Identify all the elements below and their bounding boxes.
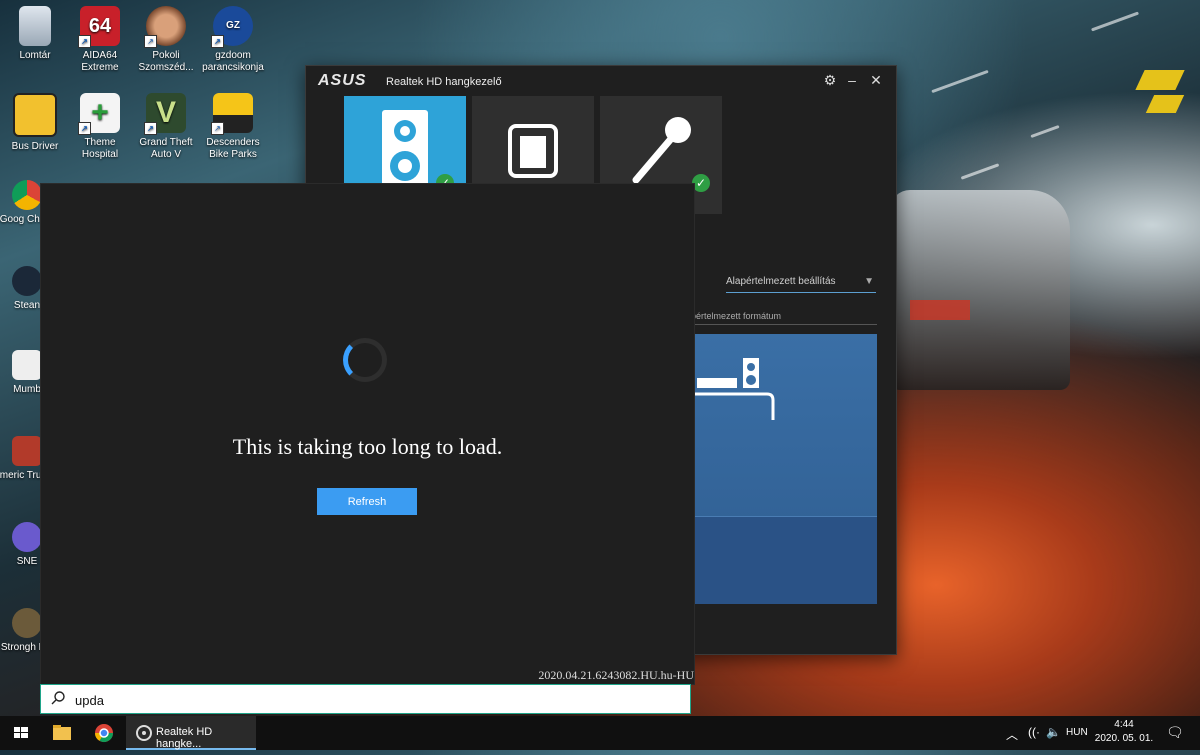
search-flyout: This is taking too long to load. Refresh… [40, 183, 695, 685]
theme-hospital-icon: + ↗ [78, 93, 120, 135]
recycle-bin-icon [19, 6, 51, 46]
american-truck-icon [12, 436, 42, 466]
pokoli-szomszed-icon: ↗ [144, 6, 186, 48]
desktop-icon-gta-v[interactable]: V ↗ Grand Theft Auto V [131, 93, 201, 161]
taskbar-realtek-app[interactable]: Realtek HD hangke... [126, 716, 256, 750]
desktop-icon-label: Descenders Bike Parks [206, 137, 260, 160]
taskbar-app-label: Realtek HD hangke... [156, 726, 213, 750]
stronghold-icon [12, 608, 42, 638]
desktop-icon-label: AIDA64 Extreme [81, 50, 119, 73]
start-button[interactable] [0, 716, 42, 750]
desktop-icon-label: Grand Theft Auto V [139, 137, 193, 160]
notification-icon[interactable]: 🗨 [1166, 724, 1184, 741]
speaker-config-icon [691, 358, 775, 420]
desktop-icon-descenders[interactable]: ↗ Descenders Bike Parks [198, 93, 268, 161]
default-format-label: pértelmezett formátum [691, 311, 877, 325]
aida64-icon: 64 ↗ [78, 6, 120, 48]
loading-message: This is taking too long to load. [232, 434, 503, 459]
default-setting-dropdown[interactable]: Alapértelmezett beállítás ▼ [726, 276, 876, 293]
search-input[interactable]: upda [75, 693, 104, 708]
desktop-icon-pokoli[interactable]: ↗ Pokoli Szomszéd... [131, 6, 201, 74]
desktop-icon-gzdoom[interactable]: GZ ↗ gzdoom parancsikonja [198, 6, 268, 74]
search-icon [51, 691, 65, 705]
loading-spinner [343, 338, 387, 382]
chevron-up-icon[interactable]: ︿ [1006, 726, 1018, 743]
desktop-icon-recycle-bin[interactable]: Lomtár [0, 6, 70, 62]
realtek-titlebar[interactable]: ASUS Realtek HD hangkezelő ⚙ – ✕ [306, 66, 896, 96]
desktop-icon-label: Pokoli Szomszéd... [138, 50, 194, 73]
desktop-icon-label: Mumb [13, 384, 41, 395]
clock-date: 2020. 05. 01. [1094, 733, 1154, 744]
realtek-title: Realtek HD hangkezelő [386, 76, 502, 88]
dropdown-value: Alapértelmezett beállítás [726, 276, 836, 287]
asus-logo: ASUS [318, 72, 367, 89]
taskbar-file-explorer[interactable] [42, 716, 82, 750]
version-text: 2020.04.21.6243082.HU.hu-HU [538, 668, 694, 682]
taskbar: Realtek HD hangke... ︿ ((· 🔈 HUN 4:44 20… [0, 716, 1200, 750]
refresh-button[interactable]: Refresh [317, 488, 417, 515]
desktop-icon-label: Theme Hospital [81, 137, 119, 160]
desktop-icon-bus-driver[interactable]: Bus Driver [0, 93, 70, 153]
realtek-speaker-icon [136, 725, 152, 741]
speaker-config-panel [691, 334, 877, 604]
bus-driver-icon [13, 93, 57, 137]
clock[interactable]: 4:44 2020. 05. 01. [1094, 719, 1154, 744]
descenders-icon: ↗ [211, 93, 253, 135]
chevron-down-icon: ▼ [864, 276, 874, 287]
clock-time: 4:44 [1114, 719, 1134, 730]
desktop-icon-aida64[interactable]: 64 ↗ AIDA64 Extreme [65, 6, 135, 74]
folder-icon [53, 725, 71, 740]
search-box[interactable]: upda [40, 684, 691, 714]
chrome-icon [12, 180, 42, 210]
steam-icon [12, 266, 42, 296]
desktop-icon-label: Lomtár [19, 50, 51, 61]
mumble-icon [12, 350, 42, 380]
desktop-icon-label: Bus Driver [11, 141, 59, 152]
language-indicator[interactable]: HUN [1066, 727, 1088, 738]
gear-icon[interactable]: ⚙ [822, 72, 838, 89]
minimize-button[interactable]: – [844, 72, 860, 88]
taskbar-chrome[interactable] [84, 716, 124, 750]
panel-lower-section [691, 516, 877, 604]
chrome-icon [95, 724, 113, 743]
desktop-icon-label: SNE [16, 556, 38, 567]
desktop-icon-label: Stean [13, 300, 41, 311]
volume-icon[interactable]: 🔈 [1046, 725, 1061, 739]
desktop-icon-theme-hospital[interactable]: + ↗ Theme Hospital [65, 93, 135, 161]
gta-v-icon: V ↗ [144, 93, 186, 135]
network-icon[interactable]: ((· [1028, 725, 1040, 739]
desktop-icon-label: gzdoom parancsikonja [202, 50, 264, 73]
windows-icon [14, 727, 28, 738]
snes-icon [12, 522, 42, 552]
close-button[interactable]: ✕ [868, 72, 884, 89]
gzdoom-icon: GZ ↗ [211, 6, 253, 48]
